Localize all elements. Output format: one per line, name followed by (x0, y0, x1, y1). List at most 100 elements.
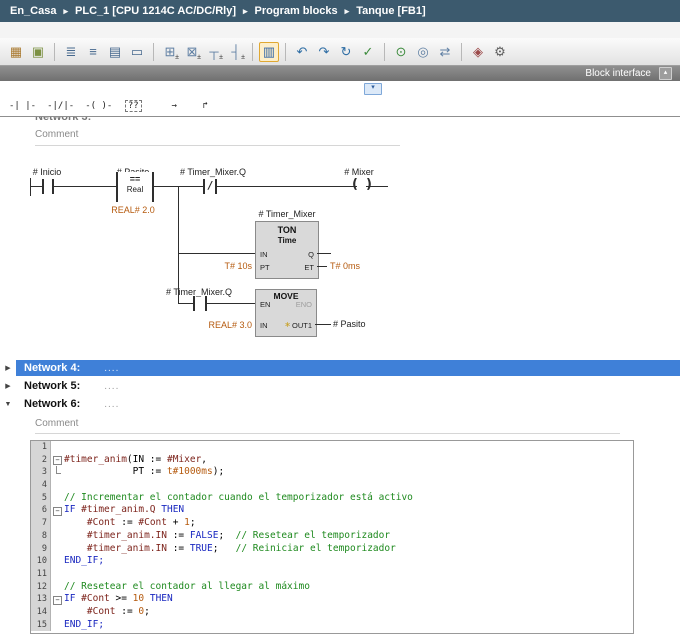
operand-timer-q-2[interactable]: # Timer_Mixer.Q (157, 287, 241, 297)
network-6-comment[interactable]: Comment (35, 418, 78, 429)
code-text[interactable]: PT := t#1000ms); (64, 466, 225, 479)
insert-empty-box-button[interactable]: ▣ (28, 42, 48, 62)
show-network-comments-button[interactable]: ▭ (127, 42, 147, 62)
block-interface-collapse-icon[interactable]: ▴ (659, 67, 672, 80)
network-3-comment[interactable]: Comment (35, 129, 78, 140)
code-text[interactable]: #timer_anim(IN := #Mixer, (64, 454, 207, 467)
fold-column (51, 543, 64, 556)
code-text[interactable]: END_IF; (64, 555, 104, 568)
code-text[interactable]: #Cont := 0; (64, 606, 150, 619)
code-text[interactable]: #Cont := #Cont + 1; (64, 517, 196, 530)
breadcrumb-item-plc[interactable]: PLC_1 [CPU 1214C AC/DC/Rly] (75, 5, 236, 17)
normally-closed-contact-button[interactable]: -|/|- (44, 98, 77, 114)
code-text[interactable]: IF #Cont >= 10 THEN (64, 593, 173, 606)
block-interface-bar[interactable]: Block interface ▴ (0, 66, 680, 81)
insert-output-button[interactable]: ┤ ± (226, 42, 246, 62)
code-text[interactable]: // Incrementar el contador cuando el tem… (64, 492, 413, 505)
coil-icon[interactable]: ) (366, 178, 372, 192)
normally-open-contact-button[interactable]: -| |- (6, 98, 39, 114)
editor-settings-button[interactable]: ⚙ (490, 42, 510, 62)
ton-pt-value[interactable]: T# 10s (210, 261, 252, 271)
power-rail (30, 178, 31, 196)
compare-type[interactable]: Real (118, 185, 152, 194)
insert-branch-badge: ± (219, 53, 223, 61)
line-number: 15 (31, 618, 51, 632)
network-6-title: Network 6: (24, 398, 81, 410)
ton-pin-q[interactable]: Q (308, 250, 314, 259)
breadcrumb-item-block[interactable]: Tanque [FB1] (356, 5, 425, 17)
coil-button[interactable]: -( )- (82, 98, 115, 114)
operand-mixer[interactable]: # Mixer (329, 167, 389, 177)
network-5-header[interactable]: Network 5: .... (16, 378, 680, 394)
add-box-button[interactable]: ⊠ ± (182, 42, 202, 62)
network-3-title[interactable]: Network 3: (35, 117, 91, 123)
code-text[interactable]: END_IF; (64, 619, 104, 632)
code-line: 8 #timer_anim.IN := FALSE; // Resetear e… (31, 529, 633, 543)
interface-splitter-handle[interactable]: ▾ (364, 83, 382, 95)
ton-pin-pt[interactable]: PT (260, 263, 270, 272)
compare-value[interactable]: REAL# 2.0 (98, 205, 168, 215)
ton-pin-et[interactable]: ET (304, 263, 314, 272)
move-en-wire (178, 303, 255, 304)
keep-ladder-layout-button[interactable]: ▤ (105, 42, 125, 62)
move-in-value[interactable]: REAL# 3.0 (208, 320, 252, 330)
compare-contact[interactable]: == Real (116, 172, 154, 202)
monitor-all-button[interactable]: ⊙ (391, 42, 411, 62)
network-4-header[interactable]: Network 4: .... (16, 360, 680, 376)
fold-collapse-icon[interactable]: − (53, 456, 62, 466)
snapshot-values-button[interactable]: ◈ (468, 42, 488, 62)
ton-block[interactable]: TON Time IN PT Q ET (255, 221, 319, 279)
move-out-operand[interactable]: # Pasito (333, 319, 383, 329)
scl-code-editor[interactable]: 1 2− #timer_anim(IN := #Mixer, 3 PT := t#10… (30, 440, 634, 634)
call-environment-button[interactable]: ⇄ (435, 42, 455, 62)
code-text[interactable]: #timer_anim.IN := TRUE; // Reiniciar el … (64, 543, 396, 556)
toolbar-separator (285, 42, 286, 61)
network-6-header[interactable]: Network 6: .... (16, 396, 680, 412)
program-editor[interactable]: Network 3: Comment # Inicio # Pasito == … (0, 117, 680, 360)
ton-et-wire (317, 266, 327, 267)
network-5-expand-arrow[interactable]: ▶ (0, 382, 16, 390)
code-text[interactable]: #timer_anim.IN := FALSE; // Resetear el … (64, 530, 390, 543)
close-all-networks-button[interactable]: ≡ (83, 42, 103, 62)
ton-instance-name[interactable]: # Timer_Mixer (235, 209, 339, 219)
ton-in-wire (178, 253, 255, 254)
code-text[interactable]: // Resetear el contador al llegar al máx… (64, 581, 310, 594)
contact-bar[interactable] (193, 296, 195, 311)
go-to-next-error-button[interactable]: ↷ (314, 42, 334, 62)
breadcrumb-item-project[interactable]: En_Casa (10, 5, 56, 17)
contact-bar[interactable] (205, 296, 207, 311)
fold-collapse-icon[interactable]: − (53, 595, 62, 605)
fold-collapse-icon[interactable]: − (53, 506, 62, 516)
ton-pin-in[interactable]: IN (260, 250, 268, 259)
contact-bar[interactable] (215, 179, 217, 194)
move-pin-en[interactable]: EN (260, 300, 270, 309)
open-all-networks-button[interactable]: ≣ (61, 42, 81, 62)
move-pin-in[interactable]: IN (260, 321, 268, 330)
update-block-call-button[interactable]: ↻ (336, 42, 356, 62)
breadcrumb-item-program-blocks[interactable]: Program blocks (255, 5, 338, 17)
monitor-selection-button[interactable]: ◎ (413, 42, 433, 62)
operand-timer-q[interactable]: # Timer_Mixer.Q (169, 167, 257, 177)
code-text[interactable]: IF #timer_anim.Q THEN (64, 504, 184, 517)
move-pin-out1[interactable]: OUT1 (292, 321, 312, 330)
ton-et-value[interactable]: T# 0ms (330, 261, 370, 271)
contact-bar[interactable] (42, 179, 44, 194)
move-block[interactable]: MOVE EN ENO IN ∗ OUT1 (255, 289, 317, 337)
insert-network-button[interactable]: ▦ (6, 42, 26, 62)
empty-box-button[interactable]: ?? (120, 98, 146, 114)
go-to-previous-error-button[interactable]: ↶ (292, 42, 312, 62)
contact-bar[interactable] (52, 179, 54, 194)
open-branch-button[interactable]: → (161, 98, 187, 114)
insert-branch-button[interactable]: ┬ ± (204, 42, 224, 62)
syntax-check-button[interactable]: ✓ (358, 42, 378, 62)
network-6-expand-arrow[interactable]: ▼ (0, 401, 16, 408)
close-branch-button[interactable]: ↱ (192, 98, 218, 114)
insert-row-button[interactable]: ⊞ ± (160, 42, 180, 62)
coil-icon[interactable]: ( (352, 178, 358, 192)
empty-box-icon: ?? (124, 99, 142, 112)
network-4-expand-arrow[interactable]: ▶ (0, 364, 16, 372)
normally-closed-contact-icon: -|/|- (47, 100, 75, 111)
add-output-icon[interactable]: ∗ (284, 320, 291, 329)
operand-inicio[interactable]: # Inicio (17, 167, 77, 177)
favorites-toggle-button[interactable]: ▥ (259, 41, 279, 62)
